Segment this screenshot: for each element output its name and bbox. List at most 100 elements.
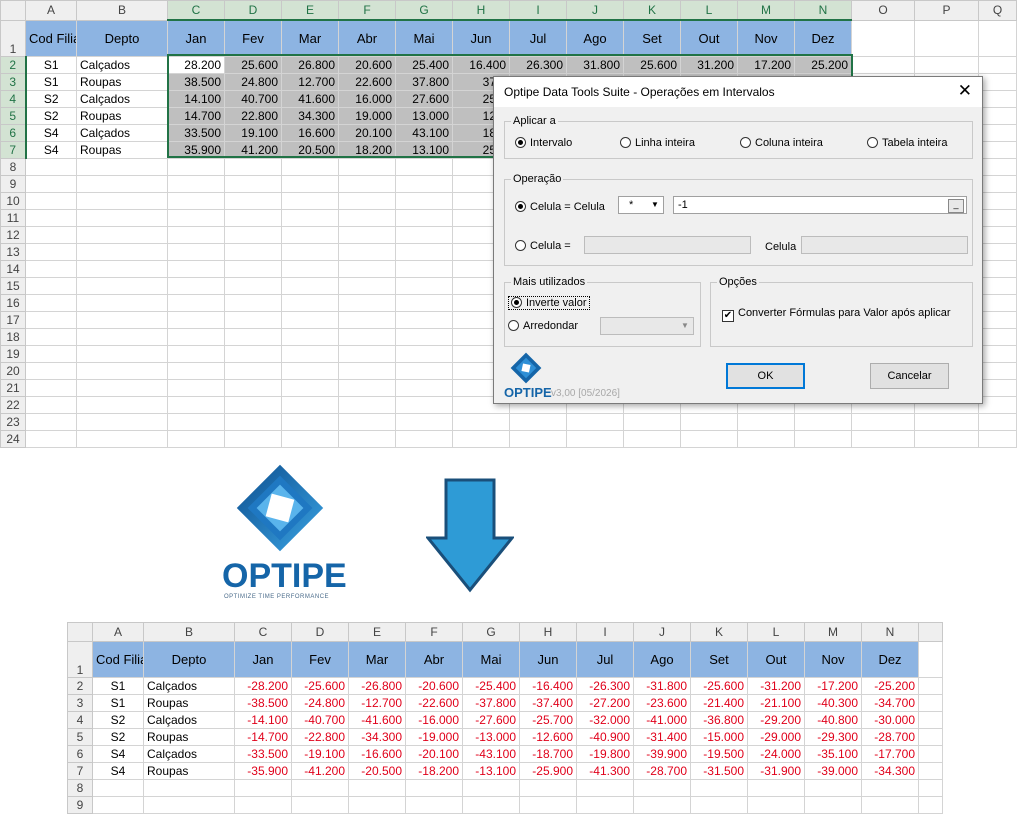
cell-value[interactable]: -12.700 [348, 694, 406, 712]
cell[interactable] [167, 412, 225, 431]
cell[interactable] [851, 19, 915, 57]
cell-value[interactable]: -39.900 [633, 745, 691, 763]
cell[interactable] [76, 344, 168, 363]
cell[interactable] [978, 123, 1017, 142]
header-month[interactable]: Mai [395, 19, 453, 57]
row-header[interactable]: 22 [0, 395, 26, 414]
header-month[interactable]: Ago [566, 19, 624, 57]
cell[interactable] [224, 293, 282, 312]
cell[interactable] [281, 208, 339, 227]
cell-value[interactable]: 25.200 [794, 55, 852, 74]
cell[interactable] [395, 174, 453, 193]
cell-value[interactable]: 26.800 [281, 55, 339, 74]
row-header[interactable]: 3 [0, 72, 27, 91]
cell[interactable] [395, 327, 453, 346]
cell-value[interactable]: -28.700 [861, 728, 919, 746]
cell[interactable] [281, 293, 339, 312]
cell[interactable] [76, 225, 168, 244]
cell-value[interactable]: -25.400 [462, 677, 520, 695]
row-header[interactable]: 20 [0, 361, 26, 380]
cell[interactable] [224, 174, 282, 193]
cell[interactable] [281, 395, 339, 414]
column-header[interactable]: O [851, 0, 915, 21]
header-month[interactable]: Jan [234, 641, 292, 678]
cell[interactable] [395, 378, 453, 397]
cell[interactable] [519, 779, 577, 797]
cell-value[interactable]: -17.700 [861, 745, 919, 763]
cell[interactable] [25, 157, 77, 176]
cell-value[interactable]: -25.600 [291, 677, 349, 695]
cell[interactable] [281, 310, 339, 329]
cell-value[interactable]: -28.700 [633, 762, 691, 780]
cell[interactable] [224, 276, 282, 295]
cell[interactable] [25, 310, 77, 329]
cell-value[interactable]: -19.000 [405, 728, 463, 746]
cell[interactable] [566, 429, 624, 448]
cell[interactable] [623, 429, 681, 448]
header-month[interactable]: Dez [794, 19, 852, 57]
cell[interactable] [851, 412, 915, 431]
cell[interactable] [25, 378, 77, 397]
cell[interactable] [918, 641, 943, 678]
cell[interactable] [978, 276, 1017, 295]
cell-value[interactable]: 25.400 [395, 55, 453, 74]
cell-value[interactable]: -27.200 [576, 694, 634, 712]
cell-value[interactable]: -22.600 [405, 694, 463, 712]
cell[interactable] [978, 157, 1017, 176]
cell[interactable] [224, 395, 282, 414]
cell[interactable] [747, 796, 805, 814]
cell[interactable] [395, 157, 453, 176]
header-month[interactable]: Dez [861, 641, 919, 678]
cell-value[interactable]: 16.600 [281, 123, 339, 142]
column-header[interactable]: M [737, 0, 795, 21]
column-header[interactable]: I [509, 0, 567, 21]
cell-value[interactable]: -15.000 [690, 728, 748, 746]
cell-value[interactable]: 34.300 [281, 106, 339, 125]
cell[interactable] [224, 242, 282, 261]
cell[interactable] [143, 779, 235, 797]
cell[interactable] [338, 344, 396, 363]
column-header[interactable]: G [395, 0, 453, 21]
cell[interactable] [224, 378, 282, 397]
cell-value[interactable]: -25.200 [861, 677, 919, 695]
cell-value[interactable]: 31.200 [680, 55, 738, 74]
cell-value[interactable]: -35.900 [234, 762, 292, 780]
cell-depto[interactable]: Calçados [76, 89, 168, 108]
column-header[interactable]: C [167, 0, 225, 21]
row-header[interactable]: 2 [0, 55, 27, 74]
cell-cod-filial[interactable]: S2 [92, 711, 144, 729]
cell-cod-filial[interactable]: S2 [92, 728, 144, 746]
row-header[interactable]: 9 [0, 174, 26, 193]
cell[interactable] [167, 191, 225, 210]
cell[interactable] [348, 779, 406, 797]
column-header[interactable]: L [747, 622, 805, 642]
column-header[interactable]: H [452, 0, 510, 21]
cell[interactable] [690, 796, 748, 814]
cell-depto[interactable]: Calçados [76, 123, 168, 142]
cell[interactable] [167, 157, 225, 176]
cell-value[interactable]: 22.600 [338, 72, 396, 91]
cell-cod-filial[interactable]: S4 [92, 745, 144, 763]
column-header[interactable]: F [338, 0, 396, 21]
cell[interactable] [519, 796, 577, 814]
cell[interactable] [851, 55, 915, 74]
cell[interactable] [395, 225, 453, 244]
cell[interactable] [25, 327, 77, 346]
cell-cod-filial[interactable]: S4 [25, 123, 77, 142]
radio-tabela-inteira[interactable]: Tabela inteira [867, 137, 947, 149]
cell[interactable] [978, 55, 1017, 74]
cell[interactable] [224, 225, 282, 244]
round-select[interactable]: ▼ [600, 317, 694, 335]
cell[interactable] [395, 276, 453, 295]
cell[interactable] [978, 72, 1017, 91]
cell[interactable] [348, 796, 406, 814]
header-month[interactable]: Nov [804, 641, 862, 678]
cell[interactable] [281, 242, 339, 261]
cell[interactable] [978, 225, 1017, 244]
cell-value[interactable]: -24.000 [747, 745, 805, 763]
cell-value[interactable]: -20.600 [405, 677, 463, 695]
cell-value[interactable]: -36.800 [690, 711, 748, 729]
row-header[interactable]: 6 [67, 745, 93, 763]
cell[interactable] [281, 378, 339, 397]
column-header[interactable]: C [234, 622, 292, 642]
